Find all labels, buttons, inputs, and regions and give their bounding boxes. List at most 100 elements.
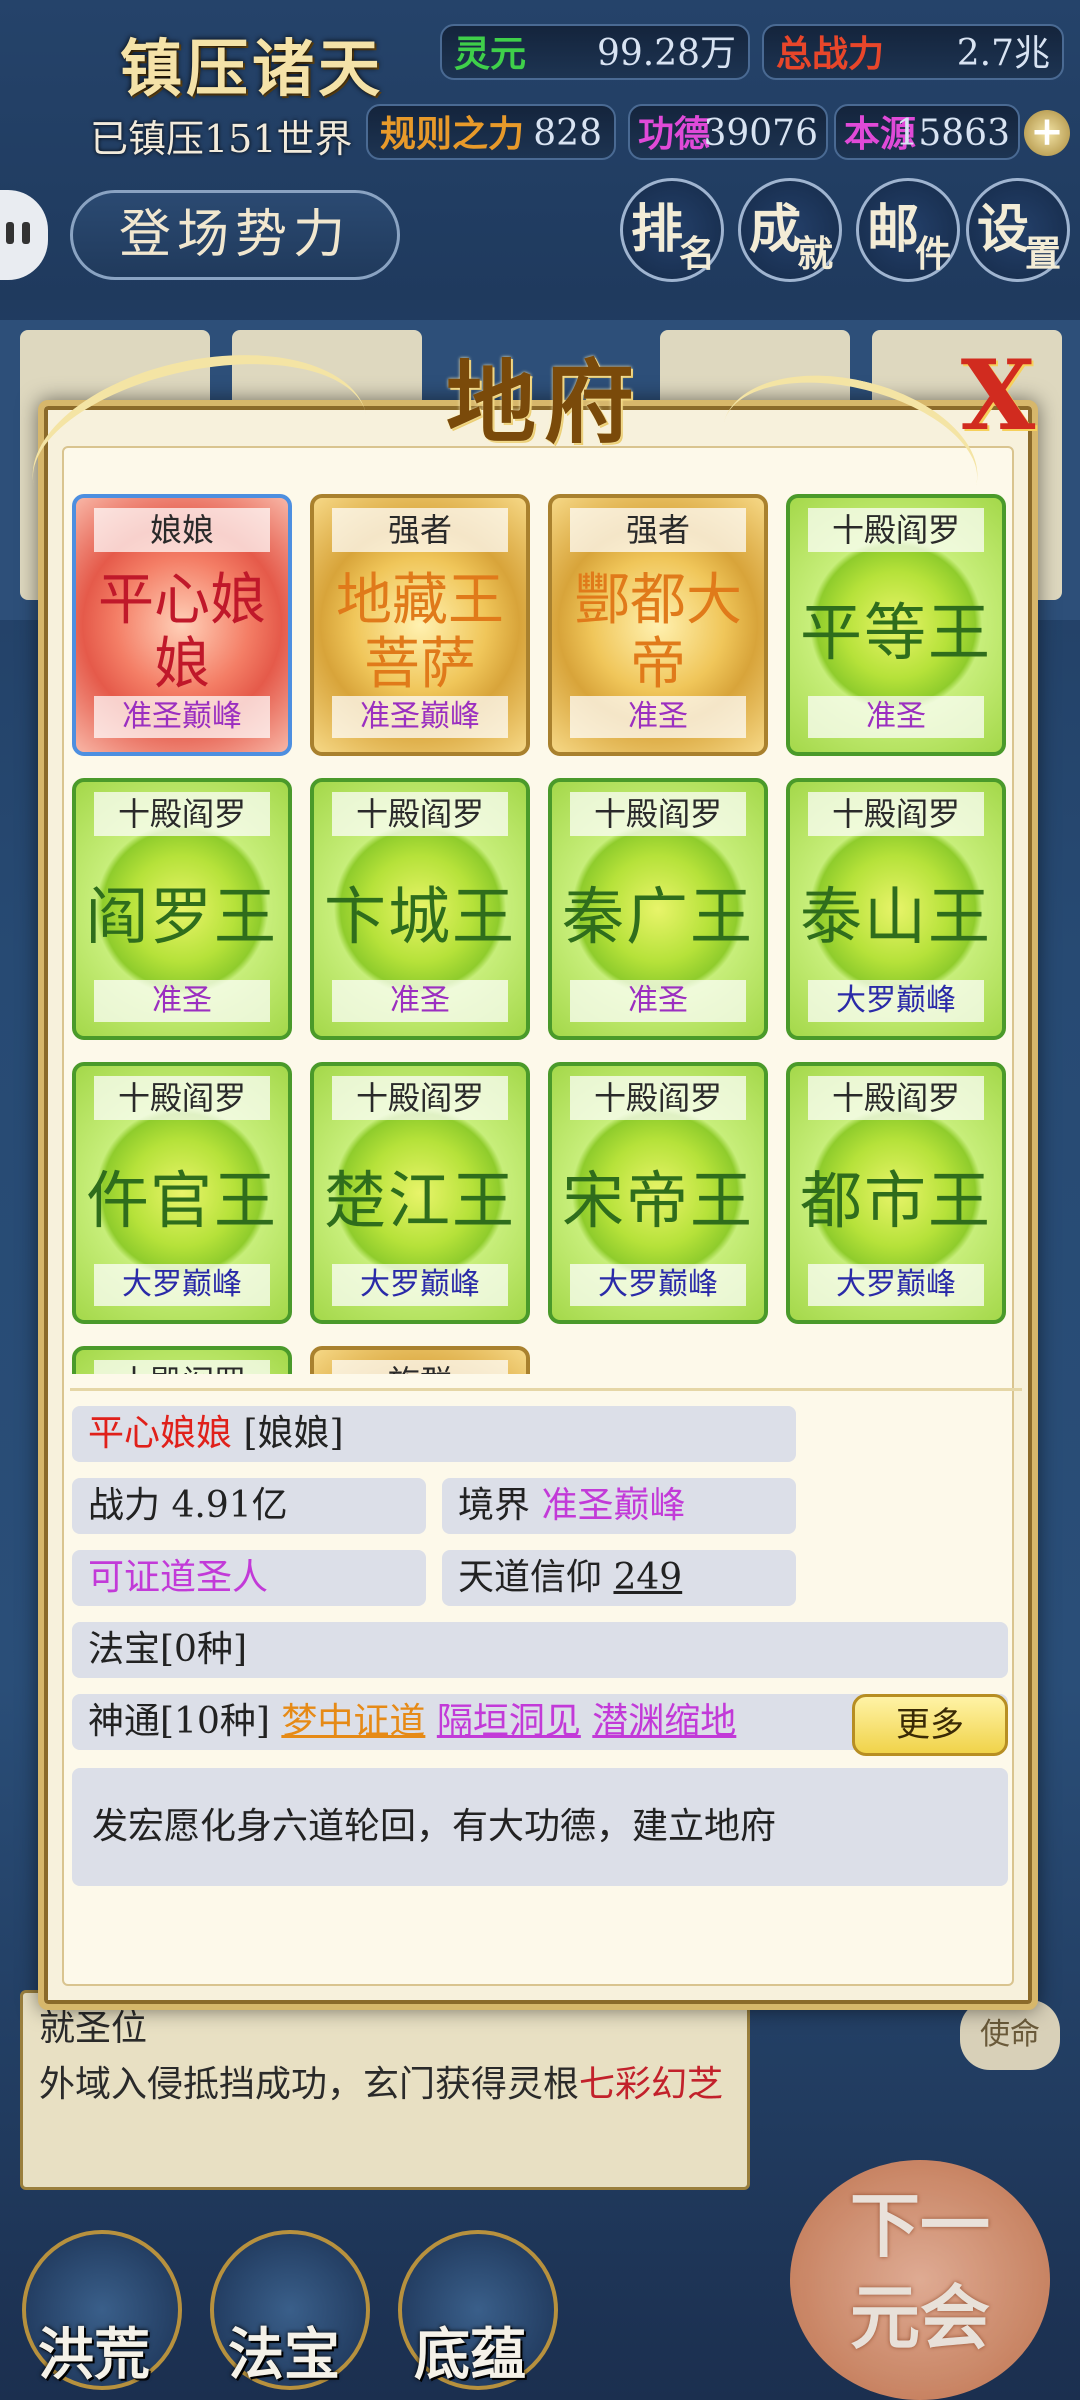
- card-faction-label: 十殿阎罗: [570, 1076, 746, 1120]
- divider: [70, 1388, 1022, 1391]
- character-card[interactable]: 十殿阎罗 秦广王 准圣: [548, 778, 768, 1040]
- faith-value[interactable]: 249: [613, 1557, 682, 1598]
- faith-label: 天道信仰: [458, 1557, 603, 1598]
- close-button[interactable]: X: [956, 348, 1040, 444]
- next-era-button[interactable]: 下一元会: [790, 2160, 1050, 2400]
- faction-button[interactable]: 登场势力: [70, 190, 400, 280]
- origin-value: 15863: [895, 113, 1010, 154]
- game-title: 镇压诸天: [120, 32, 385, 105]
- card-faction-label: 十殿阎罗: [570, 792, 746, 836]
- log-line: 外域入侵抵挡成功，玄门获得灵根七彩幻芝: [39, 2057, 731, 2113]
- skill-link[interactable]: 隔垣洞见: [437, 1701, 581, 1742]
- achievement-label-a: 成: [749, 199, 802, 260]
- card-faction-label: 十殿阎罗: [332, 1076, 508, 1120]
- fabao-label: 法宝: [228, 2322, 340, 2388]
- modal-title: 地府: [446, 350, 642, 456]
- character-card[interactable]: 十殿阎罗都市王大罗巅峰: [786, 1062, 1006, 1324]
- character-card[interactable]: 十殿阎罗 卞城王 准圣: [310, 778, 530, 1040]
- card-rank-label: 大罗巅峰: [808, 980, 984, 1022]
- more-skills-button[interactable]: 更多: [852, 1694, 1008, 1756]
- card-rank-label: 准圣巅峰: [332, 696, 508, 738]
- rules-stat: 规则之力 828: [366, 104, 616, 160]
- card-rank-label: 准圣: [94, 980, 270, 1022]
- card-character-name: 都市王: [800, 1164, 993, 1237]
- next-era-label: 下一元会: [850, 2184, 990, 2359]
- card-character-name: 平心娘娘: [98, 568, 266, 697]
- character-card[interactable]: 十殿阎罗宋帝王大罗巅峰: [548, 1062, 768, 1324]
- status-row: 可证道圣人: [72, 1550, 426, 1606]
- suppressed-worlds: 已镇压151世界: [90, 117, 353, 161]
- character-card[interactable]: 十殿阎罗泰山王大罗巅峰: [786, 778, 1006, 1040]
- achievement-label-b: 就: [796, 233, 833, 275]
- card-character-name: 泰山王: [800, 880, 993, 953]
- character-title: [娘娘]: [243, 1413, 344, 1454]
- character-description: 发宏愿化身六道轮回，有大功德，建立地府: [72, 1768, 1008, 1886]
- card-rank-label: 准圣: [570, 980, 746, 1022]
- merit-value: 39076: [703, 113, 818, 154]
- card-rank-label: 准圣: [808, 696, 984, 738]
- card-faction-label: 十殿阎罗: [94, 1076, 270, 1120]
- side-drawer-tab[interactable]: [0, 190, 48, 280]
- realm-label: 境界: [458, 1485, 531, 1526]
- merit-stat: 功德 39076: [628, 104, 828, 160]
- character-card[interactable]: 十殿阎罗 阎罗王 准圣: [72, 778, 292, 1040]
- card-faction-label: 十殿阎罗: [808, 1076, 984, 1120]
- sainthood-status: 可证道圣人: [88, 1557, 269, 1598]
- power-label: 战力: [88, 1485, 161, 1526]
- character-card[interactable]: 强者 酆都大帝 准圣: [548, 494, 768, 756]
- card-faction-label: 十殿阎罗: [332, 792, 508, 836]
- character-card[interactable]: 十殿阎罗: [72, 1346, 292, 1374]
- origin-stat: 本源 15863: [834, 104, 1020, 160]
- skill-link[interactable]: 梦中证道: [281, 1701, 425, 1742]
- character-card[interactable]: 十殿阎罗楚江王大罗巅峰: [310, 1062, 530, 1324]
- power-value: 2.7兆: [956, 33, 1050, 74]
- card-rank-label: 大罗巅峰: [808, 1264, 984, 1306]
- character-name: 平心娘娘: [88, 1413, 233, 1454]
- diyun-label: 底蕴: [414, 2322, 526, 2388]
- card-rank-label: 准圣巅峰: [94, 696, 270, 738]
- card-faction-label: 十殿阎罗: [94, 792, 270, 836]
- treasure-label: 法宝[0种]: [88, 1629, 247, 1670]
- card-faction-label: 十殿阎罗: [808, 792, 984, 836]
- character-card[interactable]: 娘娘平心娘娘 准圣巅峰: [72, 494, 292, 756]
- card-rank-label: 大罗巅峰: [570, 1264, 746, 1306]
- settings-label-b: 置: [1024, 233, 1061, 275]
- character-card[interactable]: 强者 地藏王菩萨 准圣巅峰: [310, 494, 530, 756]
- card-faction-label: 十殿阎罗: [808, 508, 984, 552]
- mail-label-a: 邮: [867, 199, 920, 260]
- card-character-name: 楚江王: [324, 1164, 517, 1237]
- realm-row: 境界 准圣巅峰: [442, 1478, 796, 1534]
- power-row: 战力 4.91亿: [72, 1478, 426, 1534]
- character-card[interactable]: 十殿阎罗 仵官王 大罗巅峰: [72, 1062, 292, 1324]
- card-character-name: 秦广王: [562, 880, 755, 953]
- card-character-name: 阎罗王: [86, 880, 279, 953]
- card-faction-label: 娘娘: [94, 508, 270, 552]
- add-resource-button[interactable]: +: [1024, 110, 1070, 156]
- achievement-button[interactable]: 成 就: [738, 178, 842, 282]
- mission-button[interactable]: 使命: [960, 2000, 1060, 2070]
- lingyuan-stat: 灵元 99.28万: [440, 24, 750, 80]
- ranking-button[interactable]: 排 名: [620, 178, 724, 282]
- rules-label: 规则之力: [380, 113, 525, 155]
- mail-button[interactable]: 邮 件: [856, 178, 960, 282]
- card-faction-label: 强者: [332, 508, 508, 552]
- character-card[interactable]: 族群: [310, 1346, 530, 1374]
- card-rank-label: 大罗巅峰: [332, 1264, 508, 1306]
- merit-label: 功德: [638, 113, 711, 155]
- card-character-name: 仵官王: [86, 1164, 279, 1237]
- character-name-row: 平心娘娘 [娘娘]: [72, 1406, 796, 1462]
- card-rank-label: 准圣: [570, 696, 746, 738]
- skill-link[interactable]: 潜渊缩地: [592, 1701, 736, 1742]
- character-grid[interactable]: 娘娘 平心娘娘 准圣巅峰 强者 地藏王菩萨 准圣巅峰 强者 酆都大帝 准圣 十殿阎罗 平等王 准圣 十殿…: [72, 494, 1012, 1374]
- card-character-name: 平等王: [800, 596, 993, 669]
- ranking-label-a: 排: [631, 199, 684, 260]
- settings-button[interactable]: 设 置: [966, 178, 1070, 282]
- power-value: 4.91亿: [171, 1485, 288, 1526]
- rules-value: 828: [533, 113, 602, 154]
- card-character-name: 宋帝王: [562, 1164, 755, 1237]
- character-card[interactable]: 十殿阎罗 平等王 准圣: [786, 494, 1006, 756]
- skills-label: 神通[10种]: [88, 1701, 270, 1742]
- power-label: 总战力: [776, 33, 885, 75]
- log-text: 外域入侵抵挡成功，玄门获得灵根: [39, 2064, 580, 2105]
- treasure-row: 法宝[0种]: [72, 1622, 1008, 1678]
